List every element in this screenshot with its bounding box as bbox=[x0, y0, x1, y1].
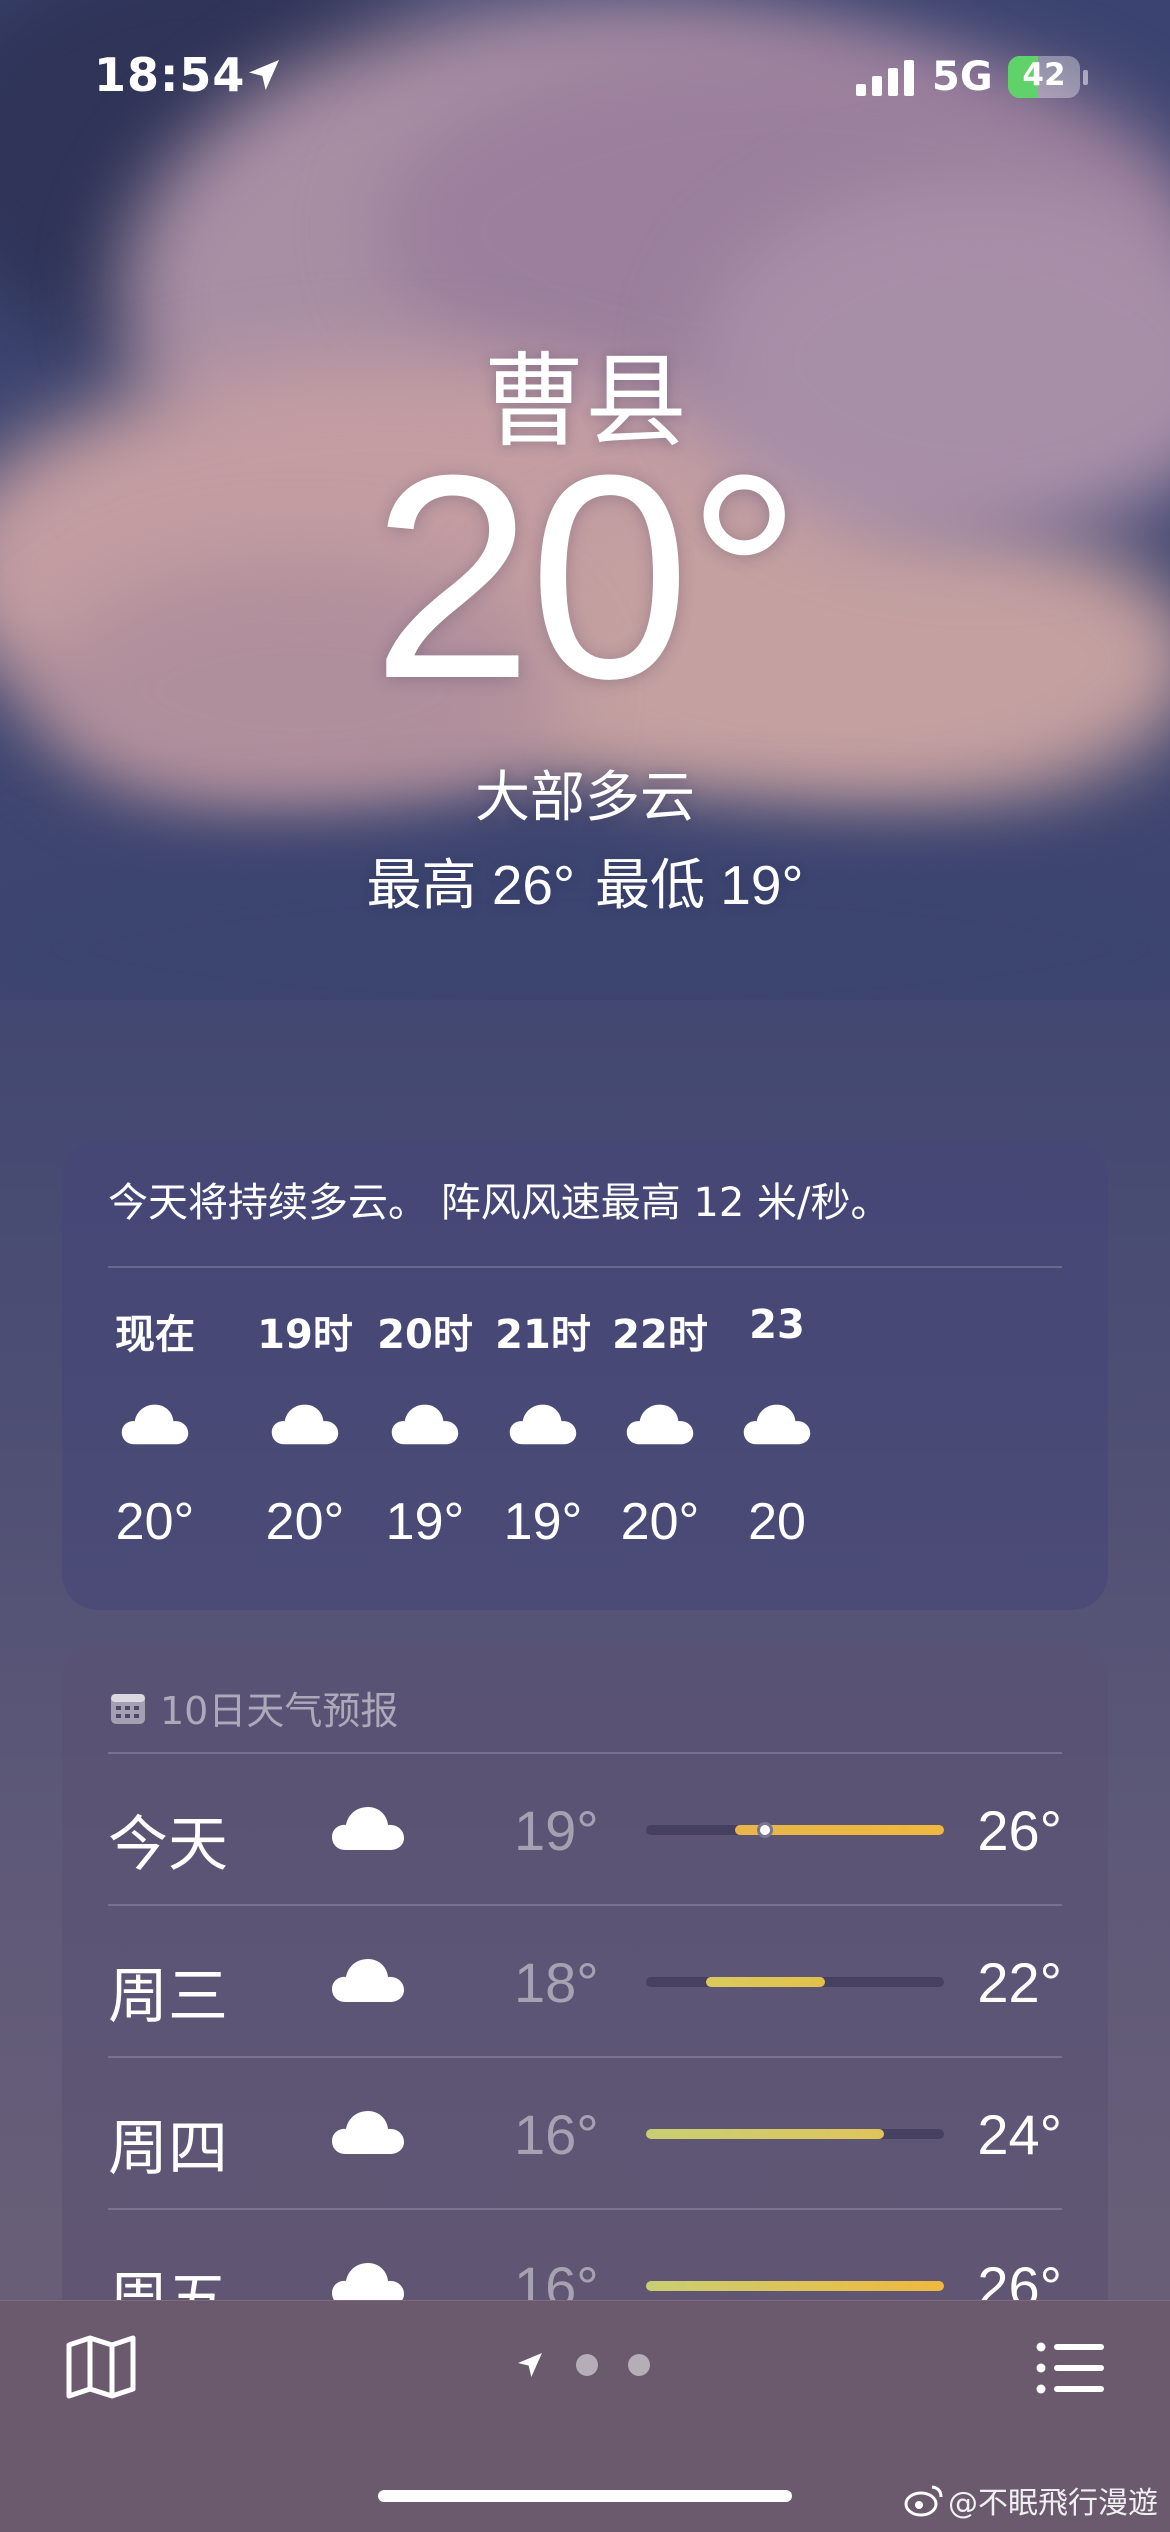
hourly-summary: 今天将持续多云。 阵风风速最高 12 米/秒。 bbox=[108, 1180, 891, 1226]
hourly-time: 20时 bbox=[377, 1312, 473, 1358]
high-temperature: 最高 26° bbox=[366, 854, 575, 916]
cloud-icon bbox=[271, 1404, 339, 1445]
hourly-item: 21时 19° bbox=[483, 1302, 603, 1552]
temperature-range-fill bbox=[646, 2281, 944, 2291]
status-bar: 18:54 5G 42 bbox=[0, 0, 1170, 150]
hourly-temperature: 20 bbox=[748, 1493, 806, 1551]
hourly-item: 19时 20° bbox=[245, 1302, 365, 1552]
temperature-range-bar bbox=[646, 2281, 944, 2291]
hourly-item: 23 20 bbox=[717, 1302, 837, 1552]
weather-condition: 大部多云 bbox=[474, 765, 695, 829]
hourly-forecast-card[interactable]: 今天将持续多云。 阵风风速最高 12 米/秒。 现在 20° 19时 20° 20时 19… bbox=[62, 1140, 1108, 1610]
day-low-temperature: 16° bbox=[514, 2103, 599, 2166]
cloud-icon bbox=[332, 2111, 404, 2154]
list-icon[interactable] bbox=[1036, 2341, 1104, 2395]
divider bbox=[108, 1266, 1062, 1268]
temperature-range-bar bbox=[646, 2129, 944, 2139]
low-temperature: 最低 19° bbox=[595, 854, 804, 916]
page-indicator[interactable] bbox=[514, 2349, 650, 2381]
location-arrow-icon bbox=[249, 60, 279, 90]
daily-row[interactable]: 今天 19° 26° bbox=[108, 1752, 1062, 1902]
current-temp-dot bbox=[757, 1822, 774, 1838]
hourly-time: 19时 bbox=[257, 1312, 353, 1358]
home-indicator[interactable] bbox=[378, 2490, 792, 2502]
hourly-temperature: 19° bbox=[385, 1493, 465, 1551]
watermark-text: @不眠飛行漫遊 bbox=[948, 2486, 1158, 2521]
hourly-temperature: 20° bbox=[265, 1493, 345, 1551]
daily-forecast-title: 10日天气预报 bbox=[160, 1689, 399, 1733]
temperature-range-bar bbox=[646, 1822, 944, 1838]
daily-forecast-header: 10日天气预报 bbox=[110, 1680, 398, 1735]
hourly-item: 现在 20° bbox=[95, 1302, 215, 1552]
map-icon[interactable] bbox=[66, 2335, 136, 2399]
battery-icon: 42 bbox=[1008, 56, 1080, 98]
location-arrow-icon[interactable] bbox=[514, 2349, 546, 2381]
day-name: 今天 bbox=[108, 1810, 228, 1880]
cellular-signal-icon bbox=[856, 60, 914, 96]
cloud-icon bbox=[332, 1959, 404, 2002]
cloud-icon bbox=[626, 1404, 694, 1445]
temperature-range-fill bbox=[646, 2129, 885, 2139]
day-high-temperature: 24° bbox=[977, 2103, 1062, 2166]
hourly-temperature: 20° bbox=[620, 1493, 700, 1551]
battery-level: 42 bbox=[1022, 57, 1066, 93]
current-temperature: 20° bbox=[371, 415, 803, 739]
battery-cap bbox=[1083, 70, 1088, 85]
day-name: 周三 bbox=[108, 1962, 228, 2032]
calendar-icon bbox=[111, 1693, 145, 1724]
day-low-temperature: 18° bbox=[514, 1951, 599, 2014]
hourly-time: 22时 bbox=[612, 1312, 708, 1358]
page-dot[interactable] bbox=[628, 2354, 650, 2376]
cloud-icon bbox=[121, 1404, 189, 1445]
cloud-icon bbox=[509, 1404, 577, 1445]
day-high-temperature: 22° bbox=[977, 1951, 1062, 2014]
high-low-temperature: 最高 26° 最低 19° bbox=[0, 840, 1170, 920]
cloud-icon bbox=[391, 1404, 459, 1445]
hourly-time: 现在 bbox=[115, 1312, 195, 1358]
daily-row[interactable]: 周四 16° 24° bbox=[108, 2056, 1062, 2206]
hourly-time: 23 bbox=[749, 1302, 805, 1348]
hourly-item: 22时 20° bbox=[600, 1302, 720, 1552]
page-dot[interactable] bbox=[576, 2354, 598, 2376]
weibo-icon bbox=[904, 2485, 943, 2517]
watermark: @不眠飛行漫遊 bbox=[904, 2478, 1158, 2522]
temperature-range-fill bbox=[705, 1977, 825, 1987]
daily-row[interactable]: 周三 18° 22° bbox=[108, 1904, 1062, 2054]
hourly-item: 20时 19° bbox=[365, 1302, 485, 1552]
cloud-icon bbox=[332, 1807, 404, 1850]
hourly-temperature: 19° bbox=[503, 1493, 583, 1551]
day-high-temperature: 26° bbox=[977, 1799, 1062, 1862]
status-time: 18:54 bbox=[94, 48, 246, 102]
cloud-icon bbox=[743, 1404, 811, 1445]
day-low-temperature: 19° bbox=[514, 1799, 599, 1862]
network-type: 5G bbox=[932, 54, 993, 100]
day-name: 周四 bbox=[108, 2114, 228, 2184]
temperature-range-bar bbox=[646, 1977, 944, 1987]
hourly-time: 21时 bbox=[495, 1312, 591, 1358]
hourly-temperature: 20° bbox=[115, 1493, 195, 1551]
